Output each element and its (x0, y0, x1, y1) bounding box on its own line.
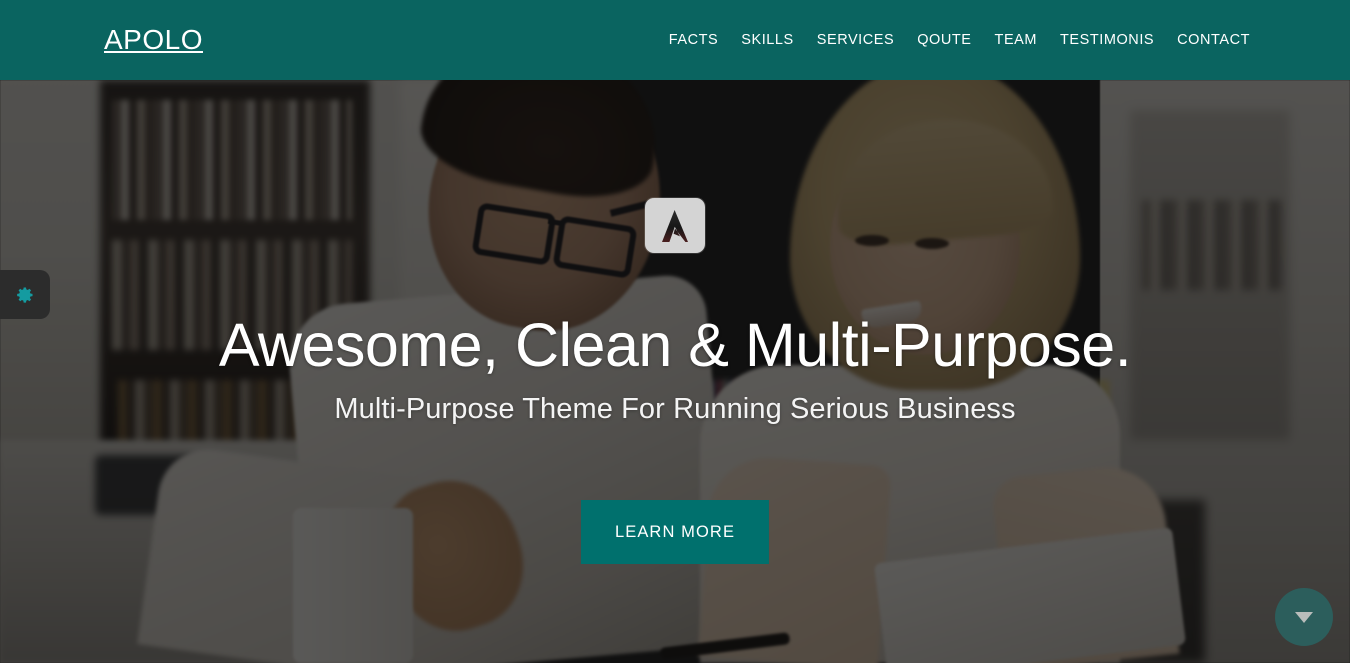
hero-subtitle: Multi-Purpose Theme For Running Serious … (334, 393, 1016, 425)
site-logo[interactable]: APOLO (104, 26, 203, 54)
nav-item-skills[interactable]: SKILLS (741, 33, 793, 48)
hero-content: Awesome, Clean & Multi-Purpose. Multi-Pu… (0, 80, 1350, 663)
nav-item-facts[interactable]: FACTS (669, 33, 718, 48)
gear-icon (15, 285, 35, 305)
nav-item-services[interactable]: SERVICES (817, 33, 894, 48)
nav-item-qoute[interactable]: QOUTE (917, 33, 971, 48)
nav-item-testimonis[interactable]: TESTIMONIS (1060, 33, 1154, 48)
broken-image-icon (645, 198, 705, 253)
scroll-down-button[interactable] (1275, 588, 1333, 646)
chevron-down-icon (1295, 611, 1313, 623)
hero-section: Awesome, Clean & Multi-Purpose. Multi-Pu… (0, 80, 1350, 663)
learn-more-button[interactable]: LEARN MORE (580, 500, 770, 564)
nav-item-team[interactable]: TEAM (995, 33, 1037, 48)
page-root: APOLO FACTS SKILLS SERVICES QOUTE TEAM T… (0, 0, 1350, 663)
hero-title: Awesome, Clean & Multi-Purpose. (218, 311, 1132, 379)
site-header: APOLO FACTS SKILLS SERVICES QOUTE TEAM T… (0, 0, 1350, 80)
main-navigation: FACTS SKILLS SERVICES QOUTE TEAM TESTIMO… (669, 33, 1250, 48)
settings-panel-toggle[interactable] (0, 270, 50, 319)
nav-item-contact[interactable]: CONTACT (1177, 33, 1250, 48)
